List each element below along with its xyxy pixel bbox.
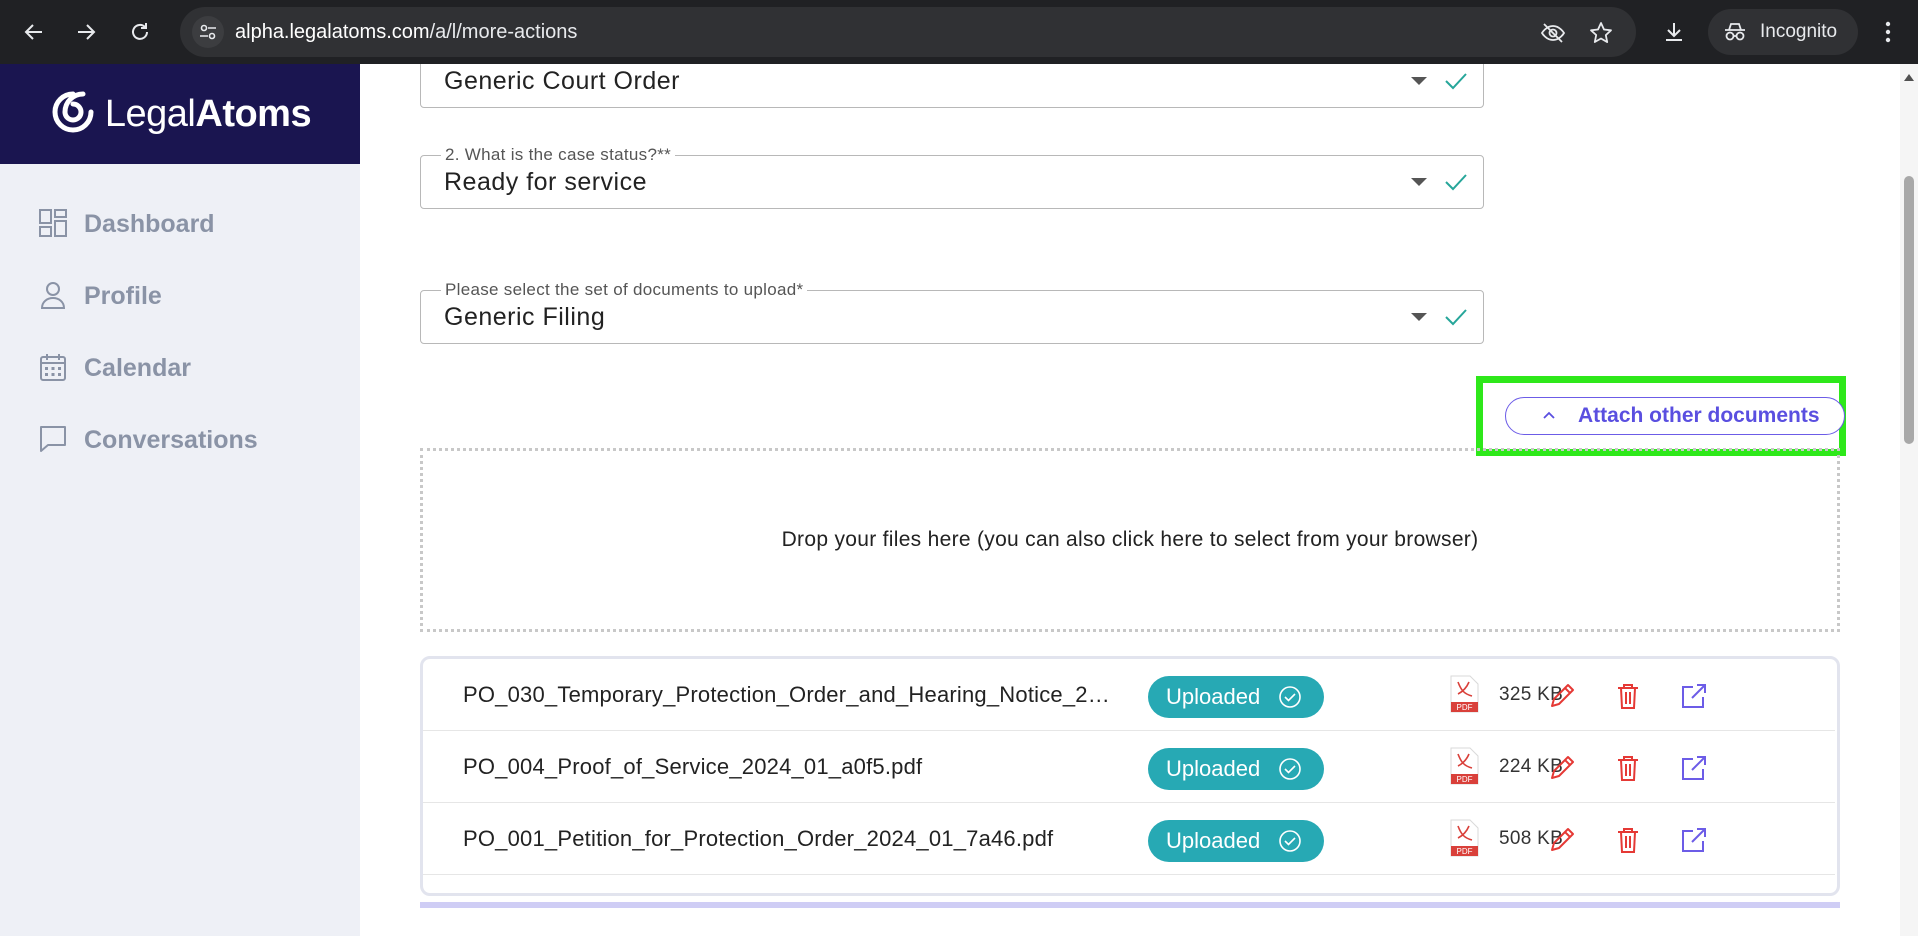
site-settings-icon[interactable] (192, 16, 224, 48)
file-row: PO_001_Petition_for_Protection_Order_202… (423, 803, 1835, 875)
edit-pencil-icon[interactable] (1547, 681, 1577, 711)
list-bottom-bar (420, 902, 1840, 908)
delete-trash-icon[interactable] (1613, 753, 1643, 783)
browser-menu-icon[interactable] (1874, 16, 1902, 48)
file-name: PO_030_Temporary_Protection_Order_and_He… (463, 682, 1111, 707)
attach-button-label: Attach other documents (1578, 404, 1820, 427)
open-external-icon[interactable] (1679, 753, 1709, 783)
download-icon[interactable] (1658, 16, 1690, 48)
uploaded-files-list: PO_030_Temporary_Protection_Order_and_He… (420, 656, 1840, 896)
incognito-icon (1722, 21, 1748, 49)
check-circle-icon (1279, 830, 1301, 852)
status-badge: Uploaded (1148, 676, 1324, 718)
address-bar[interactable]: alpha.legalatoms.com/a/l/more-actions (180, 7, 1636, 57)
status-badge: Uploaded (1148, 748, 1324, 790)
sidebar-item-conversations[interactable]: Conversations (0, 404, 360, 476)
sidebar-nav: Dashboard Profile Calendar Conversations (0, 188, 360, 476)
open-external-icon[interactable] (1679, 681, 1709, 711)
calendar-icon (38, 352, 70, 384)
dashboard-icon (38, 208, 70, 240)
order-type-value: Generic Court Order (444, 67, 680, 95)
pdf-file-icon: PDF (1450, 819, 1479, 857)
case-status-select[interactable]: 2. What is the case status?** Ready for … (420, 145, 1484, 209)
file-row: PO_030_Temporary_Protection_Order_and_He… (423, 659, 1835, 731)
edit-pencil-icon[interactable] (1547, 825, 1577, 855)
dropdown-caret-icon[interactable] (1411, 77, 1427, 85)
incognito-label: Incognito (1760, 21, 1838, 42)
file-name: PO_004_Proof_of_Service_2024_01_a0f5.pdf (463, 754, 923, 779)
dropdown-caret-icon[interactable] (1411, 178, 1427, 186)
document-set-value: Generic Filing (444, 303, 606, 331)
delete-trash-icon[interactable] (1613, 825, 1643, 855)
file-name: PO_001_Petition_for_Protection_Order_202… (463, 826, 1054, 851)
delete-trash-icon[interactable] (1613, 681, 1643, 711)
status-badge: Uploaded (1148, 820, 1324, 862)
pdf-label: PDF (1457, 847, 1473, 856)
incognito-indicator[interactable]: Incognito (1708, 9, 1858, 55)
status-label: Uploaded (1166, 756, 1261, 781)
edit-pencil-icon[interactable] (1547, 753, 1577, 783)
pdf-label: PDF (1457, 703, 1473, 712)
attach-highlight-box: Attach other documents (1476, 376, 1846, 456)
browser-toolbar: alpha.legalatoms.com/a/l/more-actions In… (0, 0, 1918, 64)
sidebar-item-calendar[interactable]: Calendar (0, 332, 360, 404)
brand-name: LegalAtoms (104, 92, 312, 135)
sidebar-item-label: Calendar (84, 354, 191, 382)
brand-header[interactable]: LegalAtoms (0, 64, 360, 164)
sidebar: LegalAtoms Dashboard Profile Calendar Co… (0, 64, 360, 936)
forward-icon[interactable] (68, 14, 104, 50)
open-external-icon[interactable] (1679, 825, 1709, 855)
main-content: Generic Court Order 2. What is the case … (360, 64, 1900, 936)
file-row: PO_004_Proof_of_Service_2024_01_a0f5.pdf… (423, 731, 1835, 803)
chevron-up-icon (1543, 411, 1555, 419)
sidebar-item-label: Profile (84, 282, 162, 310)
back-icon[interactable] (16, 14, 52, 50)
check-icon (1445, 174, 1467, 191)
check-icon (1445, 73, 1467, 90)
check-icon (1445, 309, 1467, 326)
profile-icon (38, 280, 70, 312)
reload-icon[interactable] (122, 14, 158, 50)
check-circle-icon (1279, 686, 1301, 708)
scroll-up-arrow-icon[interactable] (1904, 74, 1914, 81)
document-set-select[interactable]: Please select the set of documents to up… (420, 280, 1484, 344)
file-dropzone[interactable]: Drop your files here (you can also click… (420, 448, 1840, 632)
chat-icon (38, 424, 70, 456)
dropdown-caret-icon[interactable] (1411, 313, 1427, 321)
bookmark-star-icon[interactable] (1588, 20, 1614, 46)
eye-off-icon[interactable] (1540, 20, 1566, 46)
sidebar-item-label: Dashboard (84, 210, 215, 238)
sidebar-item-label: Conversations (84, 426, 258, 454)
case-status-value: Ready for service (444, 168, 648, 196)
pdf-file-icon: PDF (1450, 747, 1479, 785)
order-type-select[interactable]: Generic Court Order (420, 64, 1484, 108)
url-text: alpha.legalatoms.com/a/l/more-actions (235, 21, 578, 43)
pdf-label: PDF (1457, 775, 1473, 784)
scrollbar-thumb[interactable] (1904, 176, 1914, 444)
page-scrollbar[interactable] (1900, 64, 1918, 936)
pdf-file-icon: PDF (1450, 675, 1479, 713)
legalatoms-logo-icon (49, 88, 97, 141)
dropzone-text: Drop your files here (you can also click… (781, 528, 1479, 551)
check-circle-icon (1279, 758, 1301, 780)
sidebar-item-profile[interactable]: Profile (0, 260, 360, 332)
attach-other-documents-button[interactable]: Attach other documents (1505, 397, 1845, 435)
sidebar-item-dashboard[interactable]: Dashboard (0, 188, 360, 260)
status-label: Uploaded (1166, 684, 1261, 709)
status-label: Uploaded (1166, 828, 1261, 853)
